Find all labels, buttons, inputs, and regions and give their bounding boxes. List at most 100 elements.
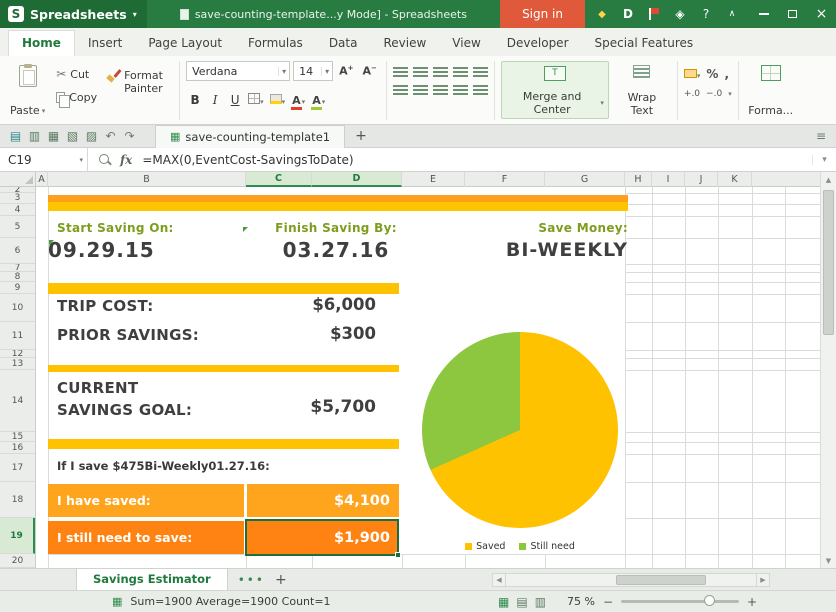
print-preview-icon[interactable]: ▦	[44, 129, 63, 143]
close-button[interactable]: ×	[807, 0, 836, 28]
scroll-left-icon[interactable]: ◀	[492, 573, 506, 587]
sheet-canvas[interactable]: Start Saving On: Finish Saving By: Save …	[36, 187, 820, 568]
collapse-ribbon-icon[interactable]: ∧	[721, 3, 743, 25]
tab-formulas[interactable]: Formulas	[235, 31, 316, 56]
wrap-text-button[interactable]: Wrap Text	[613, 61, 671, 119]
row-header-8[interactable]: 8	[0, 272, 35, 282]
column-header-g[interactable]: G	[545, 172, 625, 187]
need-value-cell[interactable]: $1,900	[247, 521, 399, 554]
tab-developer[interactable]: Developer	[494, 31, 582, 56]
column-header-i[interactable]: I	[652, 172, 685, 187]
row-header-9[interactable]: 9	[0, 282, 35, 294]
insert-function-button[interactable]: fx	[120, 153, 132, 167]
zoom-slider-thumb[interactable]	[704, 595, 715, 606]
bold-button[interactable]: B	[188, 93, 202, 107]
zoom-out-button[interactable]: −	[602, 595, 614, 609]
row-header-12[interactable]: 12	[0, 350, 35, 358]
expand-formula-bar-button[interactable]: ▾	[812, 155, 836, 165]
sign-in-button[interactable]: Sign in	[500, 0, 585, 28]
column-header-b[interactable]: B	[48, 172, 246, 187]
borders-button[interactable]	[248, 93, 264, 107]
fill-color-button[interactable]	[270, 93, 286, 107]
row-header-11[interactable]: 11	[0, 322, 35, 350]
page-layout-view-icon[interactable]: ▤	[516, 595, 527, 609]
orientation-icon[interactable]	[453, 67, 468, 78]
row-header-13[interactable]: 13	[0, 358, 35, 370]
horizontal-scrollbar[interactable]: ◀ ▶	[492, 573, 770, 587]
page-break-view-icon[interactable]: ▥	[535, 595, 546, 609]
tab-insert[interactable]: Insert	[75, 31, 135, 56]
tab-home[interactable]: Home	[8, 30, 75, 56]
print-icon[interactable]: ▥	[25, 129, 44, 143]
gift-icon[interactable]: ◈	[669, 3, 691, 25]
increase-decimal-button[interactable]: +.0	[684, 89, 700, 99]
percent-format-button[interactable]: %	[706, 67, 718, 81]
row-header-17[interactable]: 17	[0, 454, 35, 482]
copy-button[interactable]: Copy	[53, 89, 100, 106]
app-menu-button[interactable]: S Spreadsheets	[0, 0, 147, 28]
pie-chart[interactable]	[422, 332, 618, 528]
row-header-15[interactable]: 15	[0, 432, 35, 442]
row-header-18[interactable]: 18	[0, 482, 35, 518]
scroll-down-icon[interactable]: ▼	[821, 553, 836, 568]
column-header-d[interactable]: D	[312, 172, 402, 187]
need-label-cell[interactable]: I still need to save:	[48, 521, 244, 554]
row-header-3[interactable]: 3	[0, 193, 35, 204]
column-header-c[interactable]: C	[246, 172, 312, 187]
scroll-right-icon[interactable]: ▶	[756, 573, 770, 587]
align-right-icon[interactable]	[433, 85, 448, 96]
maximize-button[interactable]	[778, 0, 807, 28]
font-name-select[interactable]: Verdana	[186, 61, 290, 81]
export-pdf-icon[interactable]: ▧	[63, 129, 82, 143]
undo-icon[interactable]: ↶	[101, 129, 120, 143]
minimize-button[interactable]	[749, 0, 778, 28]
normal-view-icon[interactable]: ▦	[498, 595, 509, 609]
horizontal-scroll-thumb[interactable]	[616, 575, 706, 585]
align-middle-icon[interactable]	[413, 67, 428, 78]
font-size-select[interactable]: 14	[293, 61, 333, 81]
align-center-icon[interactable]	[413, 85, 428, 96]
column-header-k[interactable]: K	[718, 172, 752, 187]
cut-button[interactable]: ✂Cut	[53, 65, 100, 83]
column-header-a[interactable]: A	[36, 172, 48, 187]
merge-and-center-button[interactable]: Merge and Center	[501, 61, 609, 119]
paste-button[interactable]: Paste	[6, 61, 49, 119]
align-top-icon[interactable]	[393, 67, 408, 78]
highlight-button[interactable]: A	[311, 93, 325, 107]
help-icon[interactable]: ?	[695, 3, 717, 25]
row-header-7[interactable]: 7	[0, 264, 35, 272]
sheet-tab-savings-estimator[interactable]: Savings Estimator	[76, 569, 228, 591]
row-header-19[interactable]: 19	[0, 518, 35, 554]
column-header-e[interactable]: E	[402, 172, 465, 187]
zoom-in-button[interactable]: +	[746, 595, 758, 609]
comma-format-button[interactable]: ,	[724, 67, 729, 81]
promotion-icon[interactable]: ◆	[591, 3, 613, 25]
new-document-button[interactable]: +	[355, 128, 367, 144]
italic-button[interactable]: I	[208, 93, 222, 107]
align-bottom-icon[interactable]	[433, 67, 448, 78]
tab-page-layout[interactable]: Page Layout	[135, 31, 235, 56]
increase-font-button[interactable]: A+	[336, 63, 356, 79]
redo-icon[interactable]: ↷	[120, 129, 139, 143]
document-tab[interactable]: ▦ save-counting-template1	[155, 125, 345, 148]
justify-icon[interactable]	[453, 85, 468, 96]
row-header-4[interactable]: 4	[0, 204, 35, 216]
format-painter-button[interactable]: Format Painter	[104, 61, 173, 97]
column-header-h[interactable]: H	[625, 172, 652, 187]
tab-view[interactable]: View	[439, 31, 493, 56]
format-painter-small-icon[interactable]: ▨	[82, 129, 101, 143]
saved-label-cell[interactable]: I have saved:	[48, 484, 244, 517]
indent-increase-icon[interactable]	[473, 85, 488, 96]
row-header-10[interactable]: 10	[0, 294, 35, 322]
tab-review[interactable]: Review	[370, 31, 439, 56]
row-header-14[interactable]: 14	[0, 370, 35, 432]
font-color-button[interactable]: A	[291, 93, 305, 107]
cell-name-box[interactable]: C19	[0, 148, 88, 172]
toolbar-menu-icon[interactable]: ≡	[816, 129, 826, 143]
fill-handle[interactable]	[395, 552, 401, 558]
currency-format-button[interactable]	[684, 67, 701, 81]
saved-value-cell[interactable]: $4,100	[247, 484, 399, 517]
tab-data[interactable]: Data	[316, 31, 371, 56]
vertical-scroll-thumb[interactable]	[823, 190, 834, 335]
format-button[interactable]: Forma...	[745, 61, 797, 119]
